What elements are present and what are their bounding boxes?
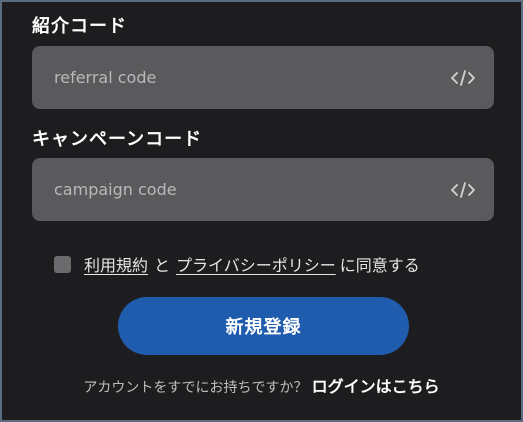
agree-checkbox[interactable] (54, 255, 71, 273)
code-icon (451, 70, 475, 86)
campaign-code-field-container (32, 158, 494, 221)
login-prompt-text: アカウントをすでにお持ちですか？ (83, 380, 308, 396)
agreement-row: 利用規約 と プライバシーポリシー に同意する (54, 252, 420, 276)
code-icon (451, 182, 475, 198)
referral-code-label: 紹介コード (32, 16, 127, 37)
agreement-and-text: と (154, 256, 171, 275)
agreement-suffix-text: に同意する (339, 256, 420, 275)
login-link[interactable]: ログインはこちら (312, 377, 440, 396)
referral-code-field-container (32, 46, 494, 109)
login-row: アカウントをすでにお持ちですか？ ログインはこちら (2, 373, 521, 397)
register-button[interactable]: 新規登録 (118, 297, 409, 355)
registration-form-panel: 紹介コード キャンペーンコード 利用規約 と プライバシーポリシー に同意する … (0, 0, 523, 422)
terms-link[interactable]: 利用規約 (84, 252, 148, 276)
privacy-policy-link[interactable]: プライバシーポリシー (176, 252, 336, 276)
campaign-code-input[interactable] (32, 158, 432, 221)
referral-code-input[interactable] (32, 46, 432, 109)
campaign-code-label: キャンペーンコード (32, 129, 203, 150)
